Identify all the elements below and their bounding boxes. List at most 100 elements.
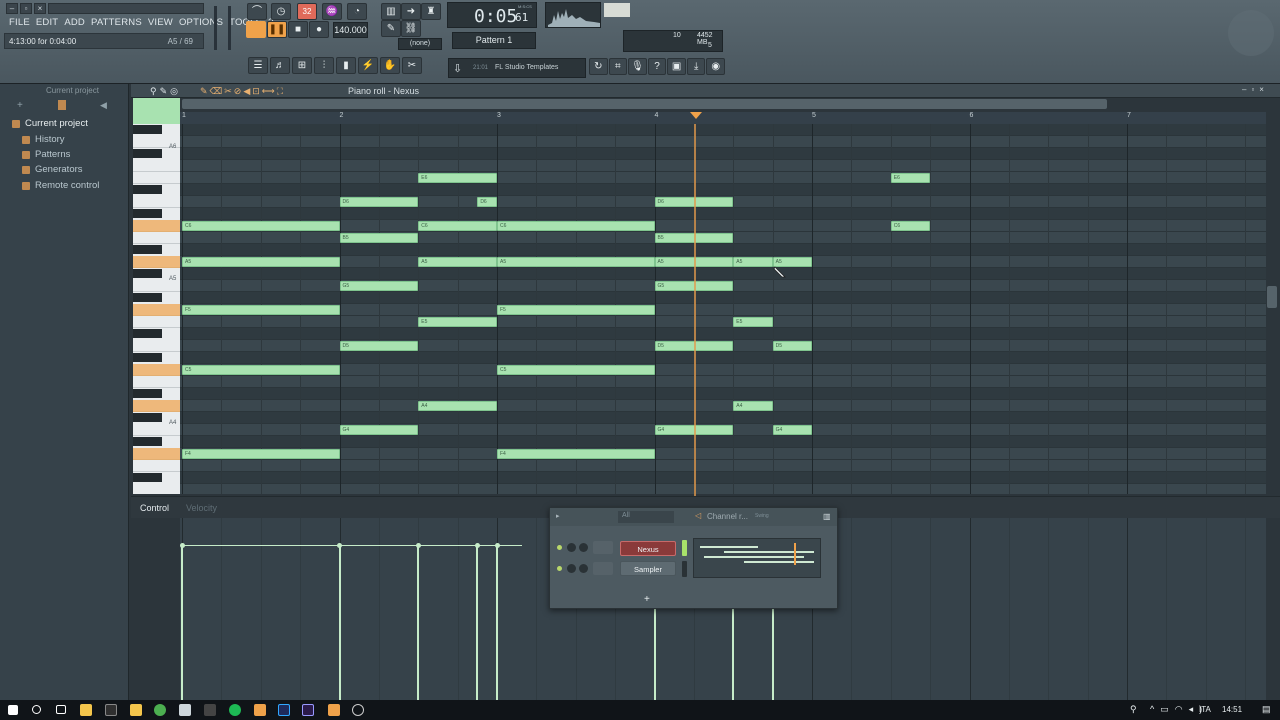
velocity-bar[interactable] (496, 545, 498, 700)
edit-tools[interactable]: ✎⌫✂⊘◀⊡⟷⛶ (200, 86, 285, 97)
arrow-icon[interactable]: ➜ (401, 3, 421, 20)
grid-lane[interactable] (180, 148, 1266, 160)
note[interactable]: C6 (182, 221, 340, 231)
note[interactable]: A5 (418, 257, 497, 267)
velocity-bar[interactable] (181, 545, 183, 700)
help-icon[interactable]: ? (647, 58, 667, 75)
bar-number[interactable]: 6 (970, 112, 974, 119)
record-button[interactable]: ● (309, 21, 329, 38)
close-icon[interactable]: × (34, 3, 46, 14)
piano-keyboard[interactable]: A6 A5 A4 (133, 124, 180, 494)
pan-knob[interactable] (567, 564, 576, 573)
note[interactable]: D6 (477, 197, 497, 207)
blend-icon[interactable]: ♒ (322, 3, 342, 20)
grid-lane[interactable] (180, 124, 1266, 136)
grid-lane[interactable] (180, 184, 1266, 196)
piano-keys-icon[interactable]: ▥ (381, 3, 401, 20)
minimize-icon[interactable]: – (6, 3, 18, 14)
white-key[interactable] (133, 376, 180, 388)
channel-led[interactable] (557, 566, 562, 571)
note[interactable]: A5 (182, 257, 340, 267)
grid-lane[interactable] (180, 292, 1266, 304)
grid-lane[interactable] (180, 388, 1266, 400)
menu-add[interactable]: ADD (61, 17, 88, 28)
speaker-icon[interactable]: ◀ (100, 100, 107, 111)
export-icon[interactable]: ⤓ (686, 58, 706, 75)
black-key[interactable] (133, 269, 162, 278)
note[interactable]: C6 (418, 221, 497, 231)
templates-panel[interactable]: ⇩ 21:01 FL Studio Templates (448, 58, 586, 78)
browser-item-remote-control[interactable]: Remote control (22, 178, 99, 193)
timeline-ruler[interactable]: 1 2 3 4 5 6 7 (180, 112, 1266, 124)
grid-lane[interactable] (180, 328, 1266, 340)
black-key[interactable] (133, 293, 162, 302)
photoshop-icon[interactable] (278, 704, 290, 716)
bar-number[interactable]: 3 (497, 112, 501, 119)
channel-nexus[interactable]: Nexus (620, 541, 676, 556)
note[interactable]: A5 (497, 257, 655, 267)
refresh-icon[interactable]: ↻ (589, 58, 608, 75)
control-param[interactable]: Velocity (186, 503, 217, 513)
piano-roll-window-controls[interactable]: –▫× (1242, 85, 1269, 94)
grid-lane[interactable] (180, 436, 1266, 448)
grid-lane[interactable] (180, 448, 1266, 460)
grid-lane[interactable] (180, 208, 1266, 220)
grid-lane[interactable] (180, 376, 1266, 388)
black-key[interactable] (133, 149, 162, 158)
white-key[interactable] (133, 460, 180, 472)
fl-studio-icon[interactable] (254, 704, 266, 716)
white-key[interactable] (133, 316, 180, 328)
grid-lane[interactable] (180, 136, 1266, 148)
horizontal-scrollbar[interactable] (182, 99, 1107, 109)
calculator-icon[interactable] (204, 704, 216, 716)
note[interactable]: E6 (418, 173, 497, 183)
pattern-selector[interactable]: Pattern 1 (452, 32, 536, 49)
channel-select-indicator[interactable] (682, 561, 687, 577)
bar-number[interactable]: 4 (655, 112, 659, 119)
mic-icon[interactable]: 🎙 (628, 58, 647, 75)
add-channel-button[interactable]: + (644, 594, 650, 605)
black-key[interactable] (133, 437, 162, 446)
volume-knob[interactable] (579, 543, 588, 552)
plug-icon[interactable]: ⚡ (358, 57, 378, 74)
spotify-icon[interactable] (229, 704, 241, 716)
browser-item-history[interactable]: History (22, 132, 65, 147)
bar-number[interactable]: 5 (812, 112, 816, 119)
white-key[interactable] (133, 160, 180, 172)
grid-lane[interactable] (180, 472, 1266, 484)
search-icon[interactable] (32, 705, 41, 714)
collapse-icon[interactable]: ▸ (556, 512, 560, 520)
pan-knob[interactable] (567, 543, 576, 552)
tuner-icon[interactable]: ♜ (421, 3, 441, 20)
clock[interactable]: 14:51 (1222, 705, 1242, 714)
white-key[interactable] (133, 172, 180, 184)
bar-number[interactable]: 7 (1127, 112, 1131, 119)
white-key[interactable] (133, 232, 180, 244)
note[interactable]: A5 (733, 257, 773, 267)
mixer-track[interactable] (593, 562, 613, 575)
snap-select[interactable]: (none) (398, 38, 442, 50)
master-pitch-slider[interactable] (228, 6, 231, 50)
pencil-icon[interactable]: ✎ (381, 20, 401, 37)
note[interactable]: G5 (339, 281, 419, 291)
bar-number[interactable]: 1 (182, 112, 186, 119)
velocity-bar[interactable] (476, 545, 479, 700)
mixer-track[interactable] (593, 541, 613, 554)
piano-roll-icon[interactable]: ♬ (270, 57, 290, 74)
channel-sampler[interactable]: Sampler (620, 561, 676, 576)
note[interactable]: F5 (497, 305, 655, 315)
note-grid[interactable]: E6 E6 D6 D6 D6 C6 C6 C6 C6 B5 B5 A5 A5 A5 A5 A5 A5 G5 G5 F5… (180, 124, 1266, 494)
explorer-icon[interactable] (80, 704, 92, 716)
note[interactable]: C6 (890, 221, 931, 231)
pause-button[interactable]: ❚❚ (267, 21, 287, 38)
hand-icon[interactable]: ✋ (380, 57, 400, 74)
plugin-icon[interactable]: ▮ (336, 57, 356, 74)
plus-icon[interactable]: + (17, 100, 23, 111)
people-icon[interactable]: ⚲ (1130, 704, 1137, 715)
note[interactable]: C5 (497, 365, 655, 375)
note[interactable]: A4 (733, 401, 773, 411)
loop-record-icon[interactable]: ◔ (347, 3, 367, 20)
browser-item-generators[interactable]: Generators (22, 162, 83, 177)
chrome-icon[interactable] (154, 704, 166, 716)
notifications-icon[interactable]: ▤ (1262, 704, 1271, 715)
